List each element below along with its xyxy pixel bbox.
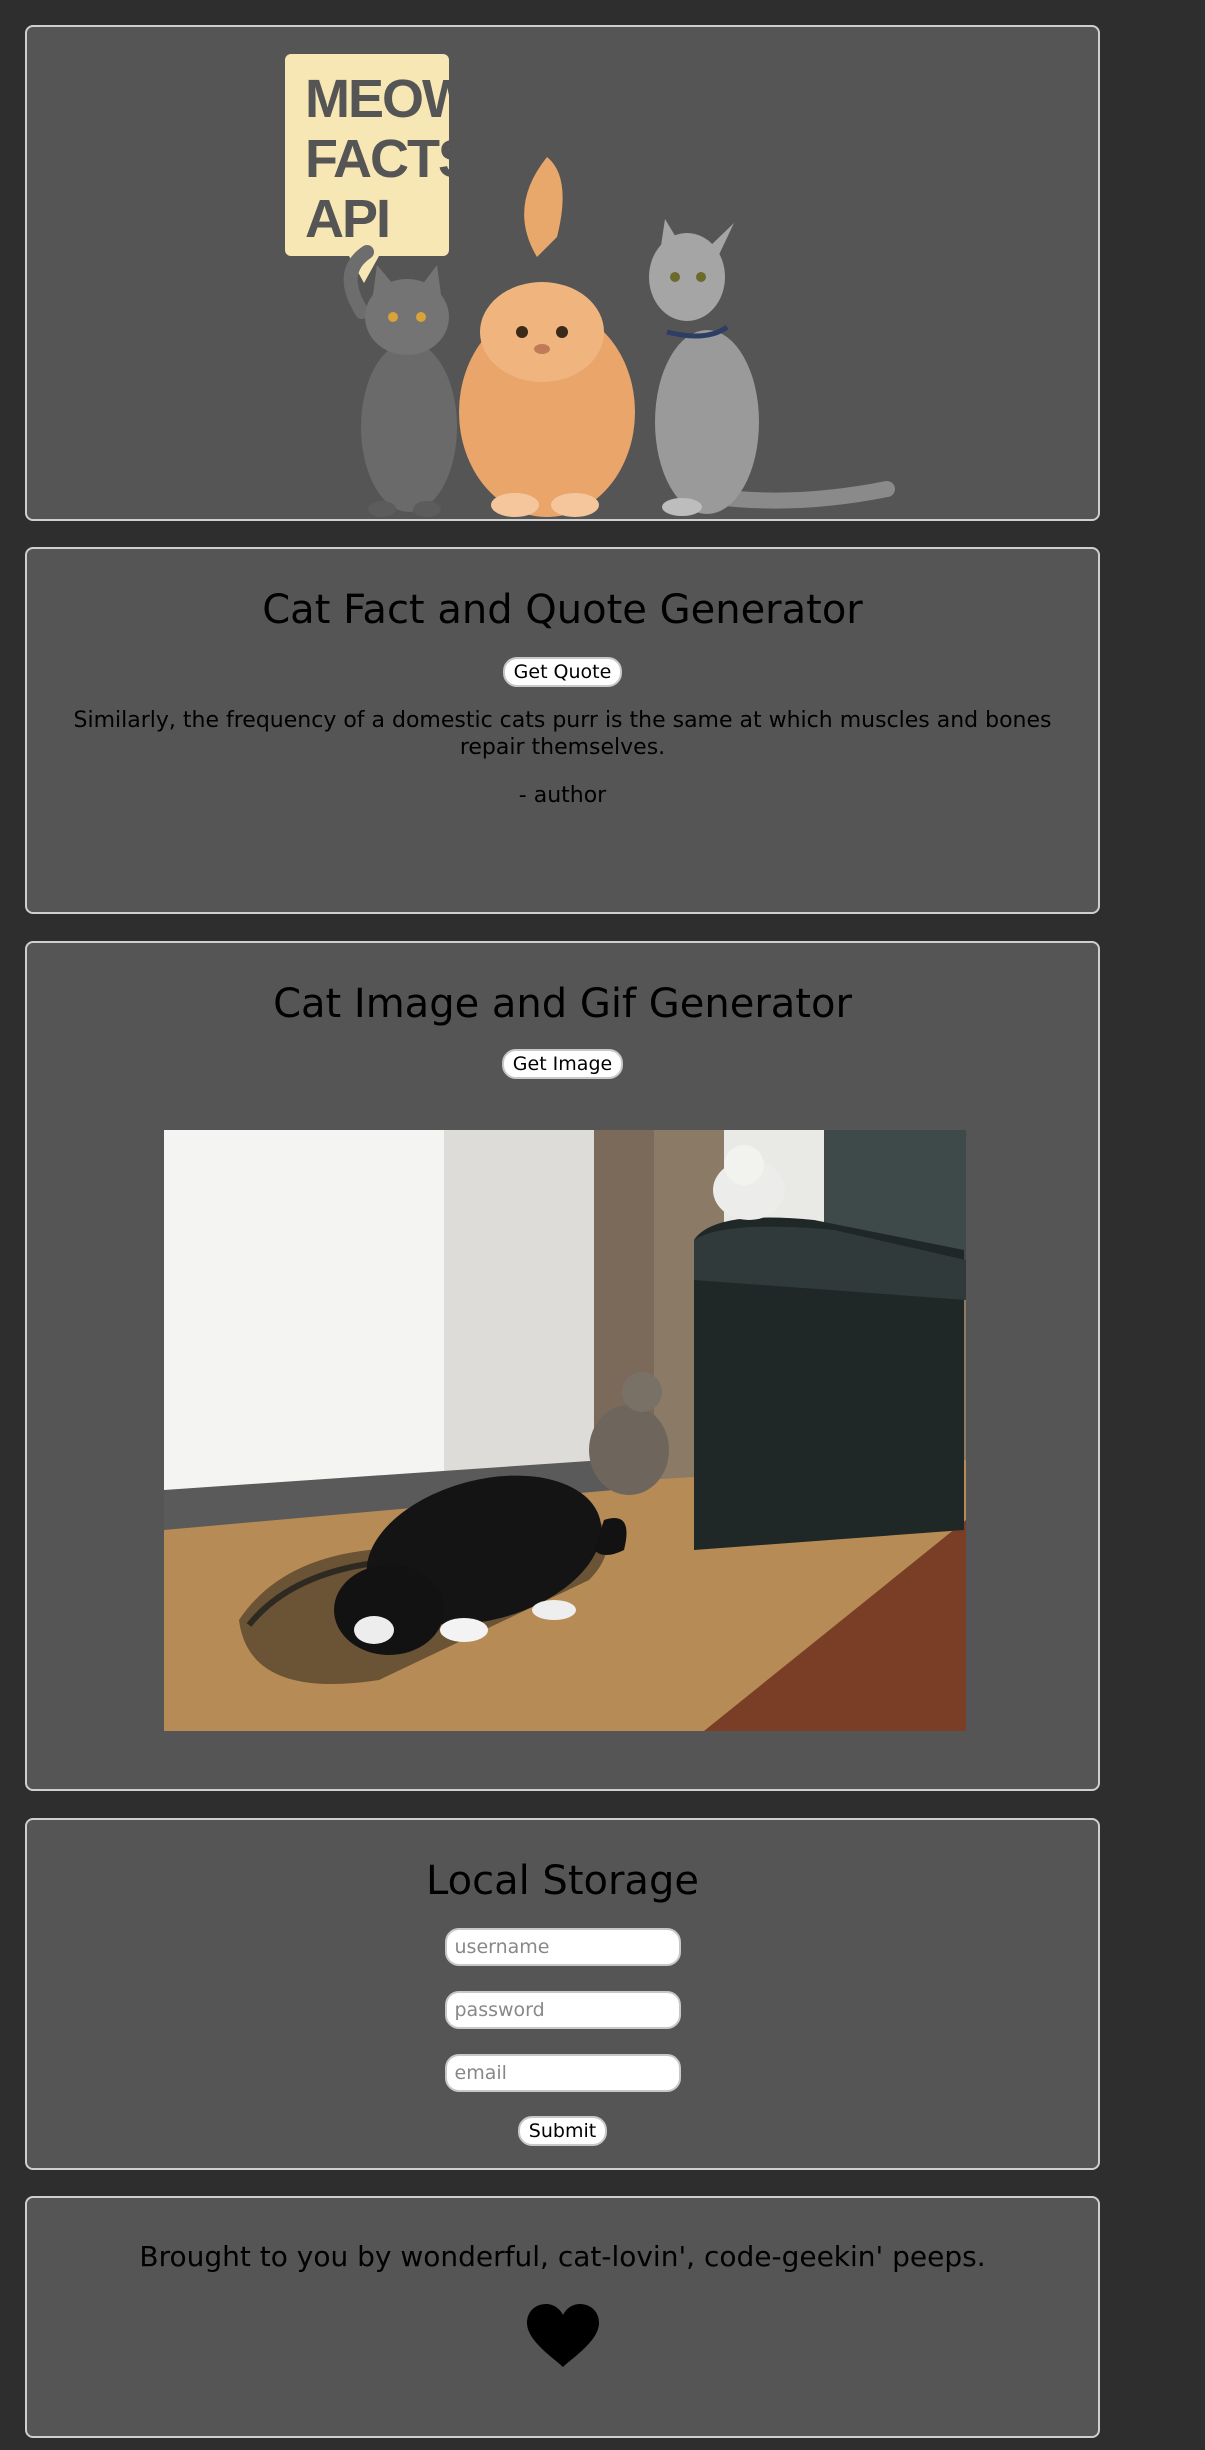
password-input[interactable] xyxy=(444,1991,681,2029)
quote-generator-card: Cat Fact and Quote Generator Get Quote S… xyxy=(25,547,1100,914)
username-input[interactable] xyxy=(444,1928,681,1966)
banner-card: MEOW FACTS API xyxy=(25,25,1100,521)
cat-fact-text: Similarly, the frequency of a domestic c… xyxy=(73,708,1052,760)
footer-credit-text: Brought to you by wonderful, cat-lovin',… xyxy=(139,2240,986,2273)
cat-photo xyxy=(164,1130,966,1731)
local-storage-title: Local Storage xyxy=(426,1858,699,1904)
quote-author: - author xyxy=(518,783,607,808)
footer-card: Brought to you by wonderful, cat-lovin',… xyxy=(25,2196,1100,2438)
heart-icon xyxy=(526,2304,599,2367)
image-generator-title: Cat Image and Gif Generator xyxy=(273,981,852,1027)
orange-cat-illustration xyxy=(459,157,635,517)
logo-line-2: FACTS xyxy=(305,129,472,189)
submit-button[interactable]: Submit xyxy=(517,2116,608,2146)
grey-cat-illustration xyxy=(343,245,457,517)
local-storage-card: Local Storage Submit xyxy=(25,1818,1100,2170)
image-generator-card: Cat Image and Gif Generator Get Image xyxy=(25,941,1100,1791)
get-quote-button[interactable]: Get Quote xyxy=(502,657,623,687)
meow-facts-banner-image: MEOW FACTS API xyxy=(285,54,895,517)
cat-photo-illustration xyxy=(164,1130,966,1731)
email-input[interactable] xyxy=(444,2054,681,2092)
get-image-button[interactable]: Get Image xyxy=(501,1049,624,1079)
meow-facts-logo: MEOW FACTS API xyxy=(285,54,475,283)
quote-generator-title: Cat Fact and Quote Generator xyxy=(262,587,863,633)
logo-line-1: MEOW xyxy=(305,69,473,129)
tabby-cat-illustration xyxy=(649,219,895,516)
logo-line-3: API xyxy=(305,189,389,249)
